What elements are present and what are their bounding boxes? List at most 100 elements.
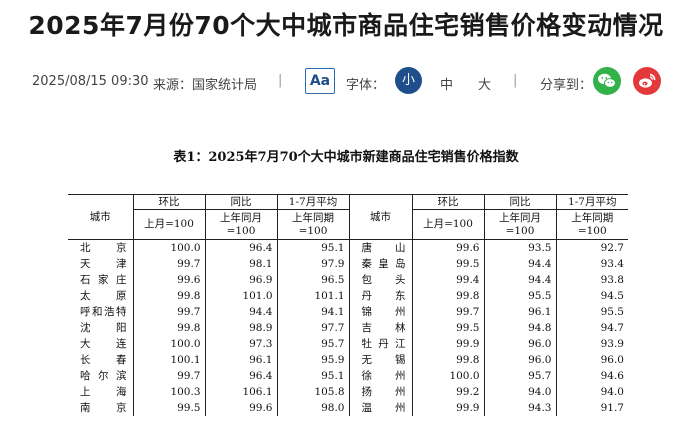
index-value-cell: 92.7 bbox=[555, 239, 628, 256]
article-meta-bar: 2025/08/15 09:30 来源：国家统计局 | Aa 字体： 小 中 大… bbox=[0, 64, 692, 100]
index-value-cell: 99.4 bbox=[411, 272, 484, 288]
share-label: 分享到： bbox=[540, 78, 593, 93]
index-value-cell: 96.9 bbox=[204, 272, 277, 288]
price-index-table: 城市 环比 同比 1-7月平均 城市 环比 同比 1-7月平均 上月=100 上… bbox=[68, 194, 628, 416]
city-name-cell: 北京 bbox=[80, 242, 127, 254]
city-name-cell: 沈阳 bbox=[80, 322, 127, 334]
city-name-cell: 包头 bbox=[348, 272, 412, 288]
index-value-cell: 99.7 bbox=[132, 368, 205, 384]
index-value-cell: 94.0 bbox=[483, 384, 556, 400]
city-name-cell: 呼和浩特 bbox=[80, 306, 127, 318]
index-value-cell: 98.1 bbox=[204, 256, 277, 272]
city-name-cell: 长春 bbox=[80, 354, 127, 366]
city-name-cell: 哈尔滨 bbox=[80, 370, 127, 382]
column-header-mom: 环比 bbox=[132, 194, 205, 210]
index-value-cell: 99.8 bbox=[411, 352, 484, 368]
index-value-cell: 96.4 bbox=[204, 239, 277, 256]
city-name-cell: 锦州 bbox=[348, 304, 412, 320]
column-header-mom: 环比 bbox=[411, 194, 484, 210]
index-value-cell: 96.1 bbox=[204, 352, 277, 368]
city-name-cell: 太原 bbox=[80, 290, 127, 302]
index-value-cell: 99.6 bbox=[204, 400, 277, 416]
index-value-cell: 96.1 bbox=[483, 304, 556, 320]
index-value-cell: 99.6 bbox=[411, 239, 484, 256]
city-name-cell: 大连 bbox=[80, 338, 127, 350]
font-size-label: 字体： bbox=[346, 78, 386, 93]
table-row: 石家庄 99.6 96.9 96.5 包头 99.4 94.4 93.8 bbox=[68, 272, 628, 288]
column-header-city: 城市 bbox=[348, 194, 412, 240]
index-value-cell: 94.4 bbox=[483, 256, 556, 272]
city-name-cell: 秦皇岛 bbox=[348, 256, 412, 272]
index-value-cell: 96.4 bbox=[204, 368, 277, 384]
column-subheader-ytd: 上年同期 =100 bbox=[555, 209, 628, 240]
index-value-cell: 94.0 bbox=[555, 384, 628, 400]
index-value-cell: 94.7 bbox=[555, 320, 628, 336]
index-value-cell: 101.0 bbox=[204, 288, 277, 304]
table-row: 长春 100.1 96.1 95.9 无锡 99.8 96.0 96.0 bbox=[68, 352, 628, 368]
city-name-cell: 牡丹江 bbox=[348, 336, 412, 352]
index-value-cell: 95.5 bbox=[555, 304, 628, 320]
index-value-cell: 99.8 bbox=[411, 288, 484, 304]
index-value-cell: 95.1 bbox=[276, 368, 349, 384]
weibo-icon[interactable] bbox=[633, 67, 661, 95]
column-header-city: 城市 bbox=[68, 194, 133, 240]
column-subheader-ytd: 上年同期 =100 bbox=[276, 209, 349, 240]
index-value-cell: 95.9 bbox=[276, 352, 349, 368]
index-value-cell: 100.0 bbox=[132, 239, 205, 256]
index-value-cell: 99.8 bbox=[132, 288, 205, 304]
city-name-cell: 石家庄 bbox=[80, 274, 127, 286]
font-size-large-button[interactable]: 大 bbox=[478, 74, 491, 93]
index-value-cell: 93.8 bbox=[555, 272, 628, 288]
city-name-cell: 上海 bbox=[80, 386, 127, 398]
index-value-cell: 93.4 bbox=[555, 256, 628, 272]
city-name-cell: 无锡 bbox=[348, 352, 412, 368]
index-value-cell: 99.5 bbox=[411, 320, 484, 336]
city-name-cell: 唐山 bbox=[348, 239, 412, 256]
column-subheader-mom: 上月=100 bbox=[411, 209, 484, 240]
table-row: 上海 100.3 106.1 105.8 扬州 99.2 94.0 94.0 bbox=[68, 384, 628, 400]
source-label: 来源：国家统计局 bbox=[153, 78, 258, 93]
font-size-medium-button[interactable]: 中 bbox=[440, 74, 453, 93]
index-value-cell: 99.7 bbox=[411, 304, 484, 320]
index-value-cell: 94.8 bbox=[483, 320, 556, 336]
city-name-cell: 南京 bbox=[80, 402, 127, 414]
index-value-cell: 100.0 bbox=[132, 336, 205, 352]
index-value-cell: 96.0 bbox=[483, 352, 556, 368]
index-value-cell: 99.5 bbox=[132, 400, 205, 416]
index-value-cell: 93.5 bbox=[483, 239, 556, 256]
index-value-cell: 97.3 bbox=[204, 336, 277, 352]
index-value-cell: 94.3 bbox=[483, 400, 556, 416]
column-subheader-yoy: 上年同月 =100 bbox=[483, 209, 556, 240]
index-value-cell: 99.9 bbox=[411, 400, 484, 416]
index-value-cell: 95.7 bbox=[483, 368, 556, 384]
index-value-cell: 99.2 bbox=[411, 384, 484, 400]
index-value-cell: 94.4 bbox=[483, 272, 556, 288]
table-row: 太原 99.8 101.0 101.1 丹东 99.8 95.5 94.5 bbox=[68, 288, 628, 304]
index-value-cell: 98.9 bbox=[204, 320, 277, 336]
index-value-cell: 97.7 bbox=[276, 320, 349, 336]
index-value-cell: 96.0 bbox=[483, 336, 556, 352]
index-value-cell: 94.5 bbox=[555, 288, 628, 304]
table-caption: 表1：2025年7月70个大中城市新建商品住宅销售价格指数 bbox=[173, 150, 519, 165]
index-value-cell: 101.1 bbox=[276, 288, 349, 304]
city-name-cell: 徐州 bbox=[348, 368, 412, 384]
index-value-cell: 91.7 bbox=[555, 400, 628, 416]
column-subheader-yoy: 上年同月 =100 bbox=[204, 209, 277, 240]
wechat-icon[interactable] bbox=[593, 67, 621, 95]
index-value-cell: 99.7 bbox=[132, 256, 205, 272]
index-value-cell: 98.0 bbox=[276, 400, 349, 416]
city-name-cell: 温州 bbox=[348, 400, 412, 416]
publish-date: 2025/08/15 09:30 bbox=[32, 74, 149, 89]
text-size-toggle-button[interactable]: Aa bbox=[305, 68, 335, 94]
table-row: 北京 100.0 96.4 95.1 唐山 99.6 93.5 92.7 bbox=[68, 239, 628, 256]
table-row: 南京 99.5 99.6 98.0 温州 99.9 94.3 91.7 bbox=[68, 400, 628, 416]
table-row: 沈阳 99.8 98.9 97.7 吉林 99.5 94.8 94.7 bbox=[68, 320, 628, 336]
page-title: 2025年7月份70个大中城市商品住宅销售价格变动情况 bbox=[28, 11, 664, 40]
index-value-cell: 99.8 bbox=[132, 320, 205, 336]
index-value-cell: 100.0 bbox=[411, 368, 484, 384]
index-value-cell: 106.1 bbox=[204, 384, 277, 400]
index-value-cell: 99.6 bbox=[132, 272, 205, 288]
index-value-cell: 100.1 bbox=[132, 352, 205, 368]
font-size-small-button[interactable]: 小 bbox=[395, 67, 422, 94]
table-row: 大连 100.0 97.3 95.7 牡丹江 99.9 96.0 93.9 bbox=[68, 336, 628, 352]
